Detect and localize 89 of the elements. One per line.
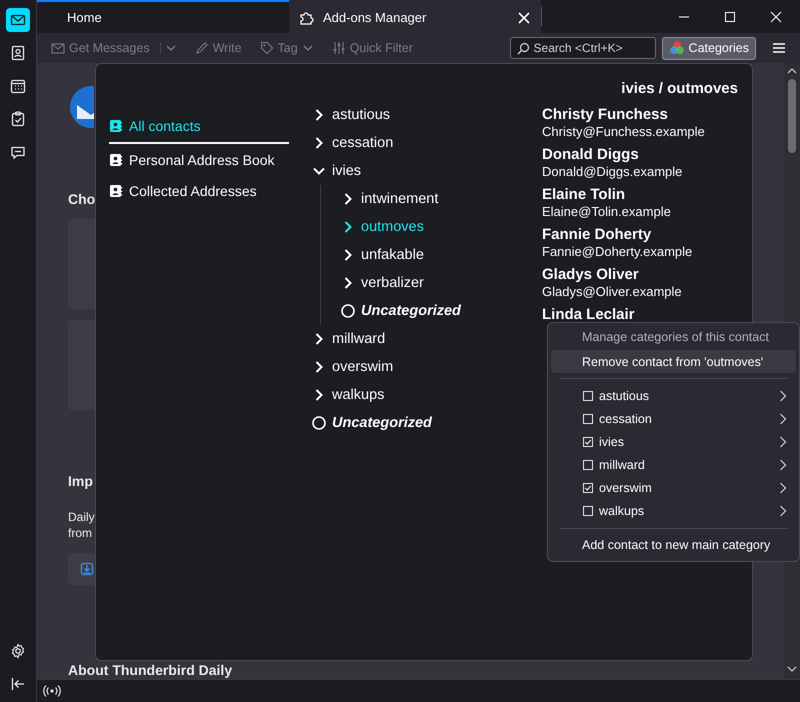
menu-item[interactable]: millward xyxy=(551,454,796,477)
menu-item[interactable]: cessation xyxy=(551,407,796,431)
mail-space-button[interactable] xyxy=(6,8,30,32)
menu-icon[interactable] xyxy=(772,41,786,55)
pencil-icon xyxy=(194,41,209,55)
import-icon xyxy=(80,562,94,576)
close-icon[interactable] xyxy=(517,10,531,24)
settings-icon xyxy=(10,643,26,659)
checkbox-icon[interactable] xyxy=(583,390,593,401)
contact-name: Gladys Oliver xyxy=(542,266,640,284)
contact-name: Fannie Doherty xyxy=(542,226,652,244)
clipboard-check-icon xyxy=(10,111,26,127)
category-item[interactable]: ivies xyxy=(312,157,542,185)
menu-item[interactable]: walkups xyxy=(551,500,796,523)
address-book-icon xyxy=(109,152,123,166)
contact-name: Linda Leclair xyxy=(542,306,636,324)
caret-down-icon[interactable] xyxy=(787,665,797,673)
body-text: from xyxy=(68,525,92,541)
tab-label: Home xyxy=(67,10,103,25)
category-item[interactable]: unfakable xyxy=(341,241,542,269)
chevron-right-icon xyxy=(779,390,787,402)
contact-email: Gladys@Oliver.example xyxy=(542,284,683,300)
puzzle-piece-icon xyxy=(299,10,315,26)
category-item[interactable]: millward xyxy=(312,325,542,353)
close-icon[interactable] xyxy=(770,10,782,22)
checked-checkbox-icon[interactable] xyxy=(583,483,593,494)
checkbox-icon[interactable] xyxy=(583,414,593,424)
checkbox-icon[interactable] xyxy=(583,460,593,470)
section-heading: Imp xyxy=(68,473,93,489)
address-book-icon xyxy=(109,184,123,198)
search-field[interactable]: Search <Ctrl+K> xyxy=(510,37,656,59)
envelope-icon xyxy=(10,12,26,28)
menu-item[interactable]: astutious xyxy=(551,384,796,408)
menu-item[interactable]: Remove contact from 'outmoves' xyxy=(551,350,796,374)
contact-name: Donald Diggs xyxy=(542,146,640,164)
scrollbar-thumb[interactable] xyxy=(788,79,796,153)
section-heading: Cho xyxy=(68,191,96,207)
maximize-icon[interactable] xyxy=(724,10,736,22)
tab[interactable]: Add-ons Manager xyxy=(289,0,541,33)
category-item[interactable]: overswim xyxy=(312,353,542,381)
address-book-item[interactable]: Collected Addresses xyxy=(109,175,289,206)
menu-item[interactable]: Add contact to new main category xyxy=(551,534,796,558)
category-item[interactable]: cessation xyxy=(312,129,542,157)
category-item[interactable]: astutious xyxy=(312,101,542,129)
arrow-left-to-bar-icon xyxy=(10,676,26,692)
caret-icon xyxy=(160,42,177,54)
address-book-item[interactable]: All contacts xyxy=(109,110,289,144)
search-input[interactable]: Search <Ctrl+K> xyxy=(534,41,644,55)
chevron-right-icon xyxy=(779,459,787,472)
chevron-right-icon xyxy=(779,412,787,425)
contact-email: Fannie@Doherty.example xyxy=(542,244,694,260)
category-item[interactable]: intwinement xyxy=(341,185,542,213)
address-book-icon xyxy=(109,119,123,133)
contact-name: Elaine Tolin xyxy=(542,186,626,204)
broadcast-icon[interactable] xyxy=(43,684,61,698)
tag-icon xyxy=(260,41,274,55)
chevron-right-icon xyxy=(779,505,787,518)
chevron-right-icon xyxy=(779,436,787,448)
contact-name: Christy Funchess xyxy=(542,106,669,124)
sliders-icon xyxy=(332,41,346,55)
categories-button[interactable]: Categories xyxy=(662,36,756,60)
category-item[interactable]: Uncategorized xyxy=(312,409,542,437)
envelope-download-icon xyxy=(51,41,65,55)
menu-item[interactable]: overswim xyxy=(551,476,796,500)
contact-email: Donald@Diggs.example xyxy=(542,164,684,180)
chevron-right-icon xyxy=(779,482,787,494)
section-heading: About Thunderbird Daily xyxy=(68,662,232,678)
calendar-icon xyxy=(10,78,26,94)
category-item[interactable]: verbalizer xyxy=(341,269,542,297)
checked-checkbox-icon[interactable] xyxy=(583,437,593,448)
checkbox-icon[interactable] xyxy=(583,506,593,516)
search-icon xyxy=(516,42,530,54)
address-book-icon xyxy=(10,45,26,61)
menu-heading: Manage categories of this contact xyxy=(581,329,770,346)
category-item[interactable]: Uncategorized xyxy=(341,297,542,325)
menu-item[interactable]: ivies xyxy=(551,430,796,454)
category-item[interactable]: outmoves xyxy=(341,213,542,241)
caret-up-icon[interactable] xyxy=(787,67,797,75)
contact-email: Christy@Funchess.example xyxy=(542,124,705,140)
circle-icon xyxy=(341,304,355,318)
popup-title: ivies / outmoves xyxy=(621,80,738,97)
category-item[interactable]: walkups xyxy=(312,381,542,409)
contact-email: Elaine@Tolin.example xyxy=(542,204,672,220)
tab-label: Add-ons Manager xyxy=(323,10,428,25)
address-book-item[interactable]: Personal Address Book xyxy=(109,144,289,175)
chat-icon xyxy=(10,144,26,160)
body-text: Daily xyxy=(68,509,95,525)
circle-icon xyxy=(312,416,326,430)
colored-circles-icon xyxy=(668,40,685,56)
